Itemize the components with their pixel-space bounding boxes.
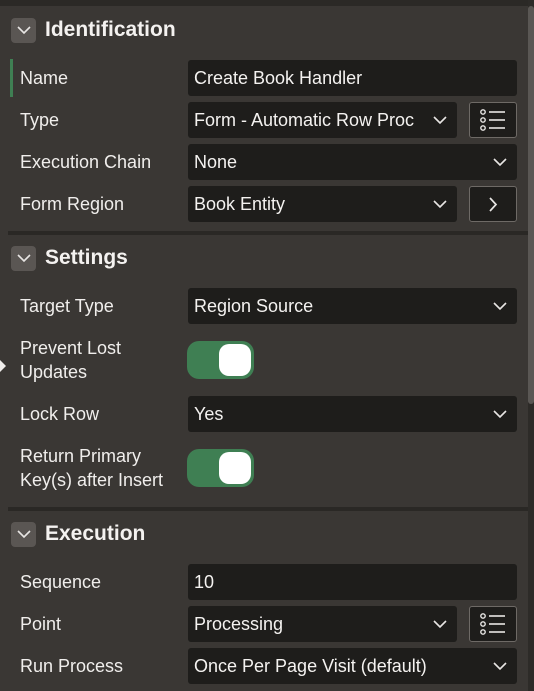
chevron-down-icon (483, 144, 517, 180)
section-title-identification: Identification (45, 18, 176, 41)
return-primary-key-toggle[interactable] (187, 449, 254, 487)
scrollbar-thumb[interactable] (528, 6, 534, 404)
sequence-label: Sequence (20, 572, 102, 592)
collapse-identification-button[interactable] (11, 18, 36, 43)
execution-chain-value: None (194, 151, 238, 172)
collapse-settings-button[interactable] (11, 246, 36, 271)
prevent-lost-updates-label-line2: Updates (20, 362, 88, 382)
type-value: Form - Automatic Row Proc (194, 109, 415, 130)
point-select[interactable]: Processing (188, 606, 457, 642)
point-list-button[interactable] (469, 606, 517, 642)
execution-chain-label: Execution Chain (20, 152, 152, 172)
chevron-right-icon (488, 196, 497, 212)
splitter-arrow-icon[interactable] (0, 360, 6, 372)
target-type-select[interactable]: Region Source (188, 288, 517, 324)
run-process-select[interactable]: Once Per Page Visit (default) (188, 648, 517, 684)
prevent-lost-updates-toggle[interactable] (187, 341, 254, 379)
type-list-button[interactable] (469, 102, 517, 138)
toggle-knob (219, 344, 251, 376)
chevron-down-icon (483, 648, 517, 684)
target-type-label: Target Type (20, 296, 114, 316)
sequence-field[interactable]: 10 (188, 564, 517, 600)
section-divider (8, 507, 528, 511)
chevron-down-icon (483, 396, 517, 432)
chevron-down-icon (16, 26, 31, 35)
name-label: Name (20, 68, 69, 88)
chevron-down-icon (423, 102, 457, 138)
chevron-down-icon (483, 288, 517, 324)
prevent-lost-updates-label: Prevent Lost Updates (20, 336, 121, 384)
section-divider (8, 231, 528, 235)
name-value: Create Book Handler (194, 67, 363, 88)
execution-chain-select[interactable]: None (188, 144, 517, 180)
sequence-value: 10 (194, 571, 215, 592)
list-icon (480, 613, 505, 635)
form-region-select[interactable]: Book Entity (188, 186, 457, 222)
top-bar (0, 0, 534, 6)
return-primary-key-label: Return Primary Key(s) after Insert (20, 444, 163, 492)
name-field[interactable]: Create Book Handler (188, 60, 517, 96)
chevron-down-icon (16, 254, 31, 263)
point-value: Processing (194, 613, 284, 634)
form-region-value: Book Entity (194, 193, 286, 214)
run-process-label: Run Process (20, 656, 124, 676)
type-label: Type (20, 110, 60, 130)
form-region-go-button[interactable] (469, 186, 517, 222)
property-editor-panel: Identification Name Create Book Handler … (0, 0, 534, 691)
run-process-value: Once Per Page Visit (default) (194, 655, 427, 676)
target-type-value: Region Source (194, 295, 314, 316)
lock-row-value: Yes (194, 403, 224, 424)
point-label: Point (20, 614, 62, 634)
return-primary-key-label-line2: Key(s) after Insert (20, 470, 164, 490)
section-title-settings: Settings (45, 246, 128, 269)
chevron-down-icon (423, 606, 457, 642)
return-primary-key-label-line1: Return Primary (20, 446, 142, 466)
active-field-indicator (10, 59, 13, 97)
collapse-execution-button[interactable] (11, 522, 36, 547)
lock-row-label: Lock Row (20, 404, 100, 424)
list-icon (480, 109, 505, 131)
type-select[interactable]: Form - Automatic Row Proc (188, 102, 457, 138)
lock-row-select[interactable]: Yes (188, 396, 517, 432)
form-region-label: Form Region (20, 194, 125, 214)
prevent-lost-updates-label-line1: Prevent Lost (20, 338, 122, 358)
scrollbar-track[interactable] (528, 0, 534, 691)
chevron-down-icon (16, 530, 31, 539)
chevron-down-icon (423, 186, 457, 222)
section-title-execution: Execution (45, 522, 146, 545)
toggle-knob (219, 452, 251, 484)
